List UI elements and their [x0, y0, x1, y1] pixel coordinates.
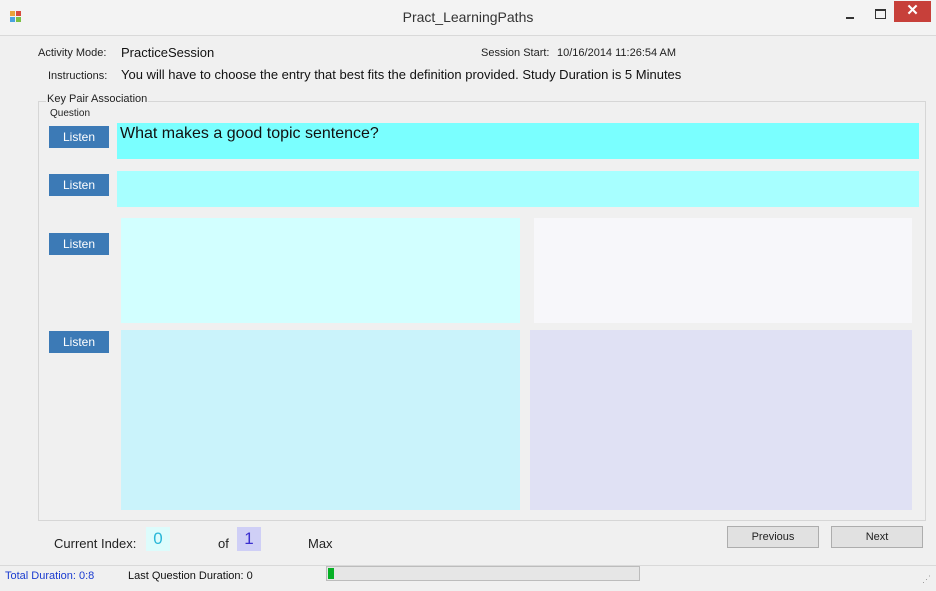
- listen-button-option-row-2[interactable]: Listen: [49, 331, 109, 353]
- option-box-a[interactable]: [121, 218, 520, 323]
- session-start-label: Session Start:: [481, 47, 550, 59]
- option-box-d[interactable]: [530, 330, 912, 510]
- resize-grip-icon[interactable]: ⋰: [922, 574, 931, 585]
- minimize-icon[interactable]: [838, 4, 862, 24]
- current-index-value: 0: [146, 527, 170, 551]
- answer-box[interactable]: [117, 171, 919, 207]
- total-value: 1: [237, 527, 261, 551]
- question-label: Question: [50, 108, 91, 119]
- listen-button-question[interactable]: Listen: [49, 126, 109, 148]
- progress-fill: [328, 568, 334, 579]
- option-box-c[interactable]: [121, 330, 520, 510]
- current-index-label: Current Index:: [54, 536, 137, 551]
- listen-button-answer[interactable]: Listen: [49, 174, 109, 196]
- instructions-text: You will have to choose the entry that b…: [121, 67, 682, 82]
- total-duration: Total Duration: 0:8: [5, 570, 95, 582]
- previous-button[interactable]: Previous: [727, 526, 819, 548]
- option-box-b[interactable]: [534, 218, 912, 323]
- max-label: Max: [308, 536, 333, 551]
- instructions-label: Instructions:: [48, 70, 108, 82]
- listen-button-option-row-1[interactable]: Listen: [49, 233, 109, 255]
- maximize-icon[interactable]: [868, 4, 892, 24]
- of-label: of: [218, 536, 229, 551]
- question-text: What makes a good topic sentence?: [120, 125, 379, 142]
- activity-mode-value: PracticeSession: [121, 45, 215, 60]
- group-label: Key Pair Association: [46, 93, 149, 105]
- progress-bar: [326, 566, 640, 581]
- activity-mode-label: Activity Mode:: [38, 47, 107, 59]
- next-button[interactable]: Next: [831, 526, 923, 548]
- session-start-value: 10/16/2014 11:26:54 AM: [557, 47, 677, 59]
- close-icon[interactable]: ✕: [894, 1, 931, 22]
- window-title: Pract_LearningPaths: [402, 9, 534, 25]
- question-box: What makes a good topic sentence?: [117, 123, 919, 159]
- last-question-duration: Last Question Duration: 0: [128, 570, 253, 582]
